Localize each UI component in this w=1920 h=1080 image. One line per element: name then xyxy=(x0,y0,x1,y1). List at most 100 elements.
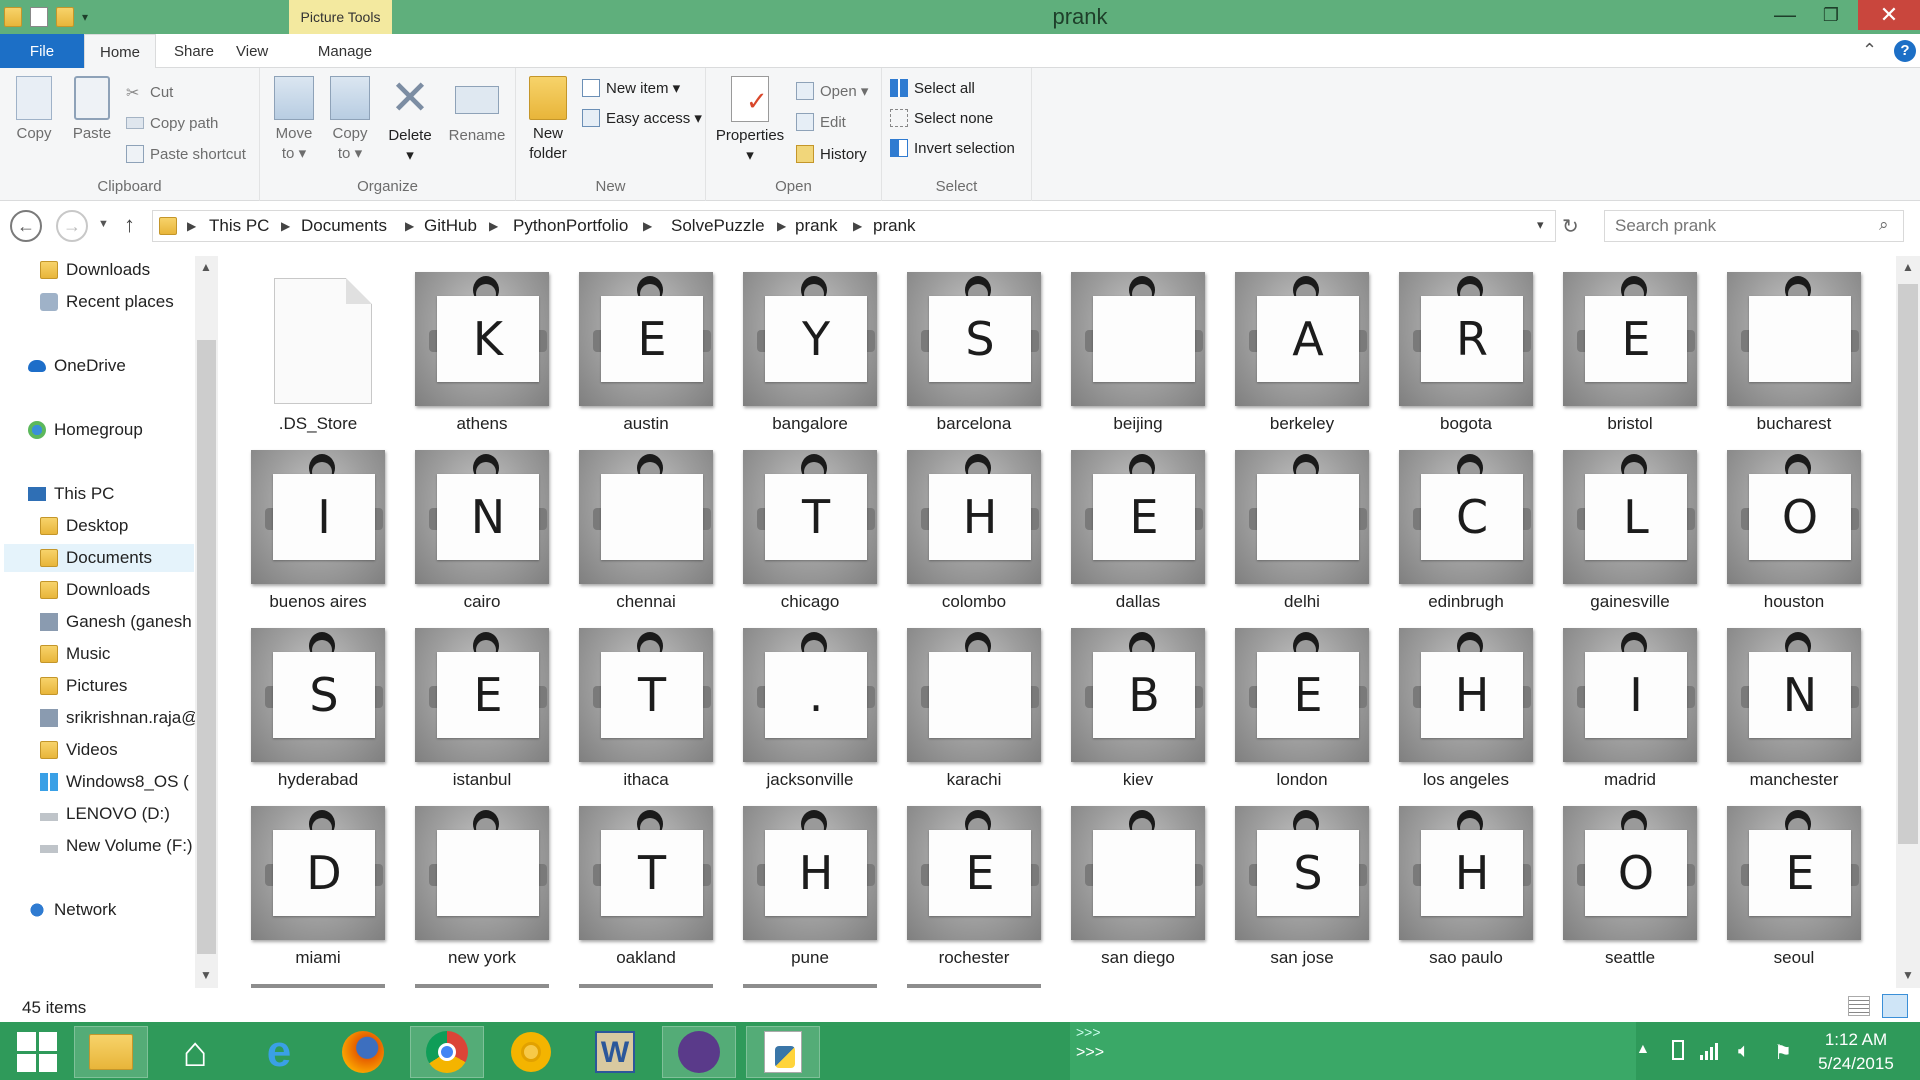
file-item[interactable]: Hpune xyxy=(714,790,878,968)
file-list-scroll-thumb[interactable] xyxy=(1898,284,1918,844)
scroll-up-chevron-icon[interactable]: ▲ xyxy=(200,260,212,274)
volume-icon[interactable]: 🔈︎ xyxy=(1738,1040,1750,1063)
breadcrumb-separator-icon[interactable]: ▶ xyxy=(853,211,862,241)
tab-manage[interactable]: Manage xyxy=(298,34,392,68)
properties-button[interactable]: ✓ Properties ▾ xyxy=(714,76,786,166)
invert-selection-button[interactable]: Invert selection xyxy=(890,136,1015,160)
breadcrumb-separator-icon[interactable]: ▶ xyxy=(405,211,414,241)
close-button[interactable]: ✕ xyxy=(1858,0,1920,30)
search-box[interactable]: ⌕ xyxy=(1604,210,1904,242)
scroll-up-chevron-icon[interactable]: ▲ xyxy=(1902,260,1914,274)
history-button[interactable]: History xyxy=(796,142,867,166)
file-item[interactable]: Hlos angeles xyxy=(1370,612,1534,790)
nav-srikrishnan[interactable]: srikrishnan.raja@ xyxy=(40,704,199,732)
file-explorer-icon[interactable] xyxy=(74,1026,148,1078)
nav-windows8-os[interactable]: Windows8_OS ( xyxy=(40,768,189,796)
nav-downloads[interactable]: Downloads xyxy=(40,576,150,604)
file-item[interactable]: Kathens xyxy=(386,256,550,434)
clock-date[interactable]: 5/24/2015 xyxy=(1808,1054,1904,1074)
file-item[interactable]: beijing xyxy=(1042,256,1206,434)
file-item[interactable]: Tchicago xyxy=(714,434,878,612)
breadcrumb-prank[interactable]: prank xyxy=(795,211,838,241)
breadcrumb-separator-icon[interactable]: ▶ xyxy=(489,211,498,241)
open-button[interactable]: Open ▾ xyxy=(796,79,868,103)
file-item[interactable]: . jacksonville xyxy=(714,612,878,790)
breadcrumb-this-pc[interactable]: This PC xyxy=(209,211,269,241)
breadcrumb-separator-icon[interactable]: ▶ xyxy=(281,211,290,241)
clock-time[interactable]: 1:12 AM xyxy=(1808,1030,1904,1050)
tab-home[interactable]: Home xyxy=(84,34,156,69)
breadcrumb-separator-icon[interactable]: ▶ xyxy=(643,211,652,241)
easy-access-button[interactable]: Easy access ▾ xyxy=(582,106,702,130)
file-item[interactable]: bucharest xyxy=(1698,256,1862,434)
nav-recent-places[interactable]: Recent places xyxy=(40,288,174,316)
move-to-button[interactable]: Move to ▾ xyxy=(270,76,318,164)
help-icon[interactable]: ? xyxy=(1894,40,1916,62)
nav-pane-scroll-thumb[interactable] xyxy=(197,340,216,954)
copy-button[interactable]: Copy xyxy=(10,76,58,144)
breadcrumb-prank-current[interactable]: prank xyxy=(873,211,916,241)
file-item[interactable]: Bkiev xyxy=(1042,612,1206,790)
file-item[interactable]: Ibuenos aires xyxy=(222,434,386,612)
file-item[interactable]: Edallas xyxy=(1042,434,1206,612)
file-item[interactable]: Ebristol xyxy=(1534,256,1698,434)
file-item[interactable]: new york xyxy=(386,790,550,968)
search-input[interactable] xyxy=(1615,211,1865,241)
forward-arrow-icon[interactable]: → xyxy=(56,210,88,242)
new-item-button[interactable]: New item ▾ xyxy=(582,76,680,100)
file-item[interactable]: Lgainesville xyxy=(1534,434,1698,612)
file-item[interactable]: Ybangalore xyxy=(714,256,878,434)
home-icon[interactable]: ⌂ xyxy=(158,1026,232,1078)
file-item[interactable]: Ohouston xyxy=(1698,434,1862,612)
up-arrow-icon[interactable]: ↑ xyxy=(124,212,135,238)
github-icon[interactable] xyxy=(662,1026,736,1078)
file-item[interactable]: Ssan jose xyxy=(1206,790,1370,968)
recent-locations-chevron-icon[interactable]: ▼ xyxy=(98,218,109,230)
back-arrow-icon[interactable]: ← xyxy=(10,210,42,242)
network-signal-icon[interactable] xyxy=(1700,1040,1718,1060)
file-item[interactable]: Imadrid xyxy=(1534,612,1698,790)
file-item[interactable]: delhi xyxy=(1206,434,1370,612)
file-item[interactable]: Sbarcelona xyxy=(878,256,1042,434)
nav-desktop[interactable]: Desktop xyxy=(40,512,128,540)
file-item[interactable]: Oseattle xyxy=(1534,790,1698,968)
breadcrumb-pythonportfolio[interactable]: PythonPortfolio xyxy=(513,211,628,241)
restore-button[interactable]: ❐ xyxy=(1808,0,1854,30)
file-item[interactable]: .DS_Store xyxy=(222,256,386,434)
file-item[interactable]: chennai xyxy=(550,434,714,612)
nav-lenovo-d[interactable]: LENOVO (D:) xyxy=(40,800,170,828)
file-item[interactable]: Cedinbrugh xyxy=(1370,434,1534,612)
python-icon[interactable] xyxy=(746,1026,820,1078)
edit-button[interactable]: Edit xyxy=(796,110,846,134)
paste-button[interactable]: Paste xyxy=(68,76,116,144)
nav-network[interactable]: Network xyxy=(28,896,116,924)
file-item[interactable]: Dmiami xyxy=(222,790,386,968)
scroll-down-chevron-icon[interactable]: ▼ xyxy=(1902,968,1914,982)
windows-start-icon[interactable] xyxy=(0,1026,74,1078)
file-item[interactable]: Hcolombo xyxy=(878,434,1042,612)
nav-onedrive[interactable]: OneDrive xyxy=(28,352,126,380)
breadcrumb-github[interactable]: GitHub xyxy=(424,211,477,241)
refresh-icon[interactable]: ↻ xyxy=(1562,214,1579,239)
file-item[interactable]: Elondon xyxy=(1206,612,1370,790)
new-folder-button[interactable]: New folder xyxy=(522,76,574,164)
file-list-scrollbar[interactable]: ▲ ▼ xyxy=(1896,256,1920,988)
nav-new-volume-f[interactable]: New Volume (F:) xyxy=(40,832,193,860)
toolbar-chevron-bottom[interactable]: >>> xyxy=(1076,1044,1104,1062)
select-all-button[interactable]: Select all xyxy=(890,76,975,100)
battery-icon[interactable] xyxy=(1672,1040,1684,1060)
nav-homegroup[interactable]: Homegroup xyxy=(28,416,143,444)
nav-music[interactable]: Music xyxy=(40,640,110,668)
chrome-canary-icon[interactable] xyxy=(494,1026,568,1078)
word-icon[interactable]: W xyxy=(578,1026,652,1078)
collapse-ribbon-icon[interactable]: ⌃ xyxy=(1862,40,1877,61)
file-item[interactable]: karachi xyxy=(878,612,1042,790)
delete-button[interactable]: ✕ Delete ▾ xyxy=(384,75,436,166)
tab-view[interactable]: View xyxy=(222,34,282,68)
nav-pane-scrollbar[interactable]: ▲ ▼ xyxy=(195,256,218,988)
search-icon[interactable]: ⌕ xyxy=(1879,215,1889,235)
breadcrumb-documents[interactable]: Documents xyxy=(301,211,387,241)
minimize-button[interactable]: — xyxy=(1762,0,1808,30)
file-item[interactable]: Rbogota xyxy=(1370,256,1534,434)
nav-this-pc[interactable]: This PC xyxy=(28,480,114,508)
